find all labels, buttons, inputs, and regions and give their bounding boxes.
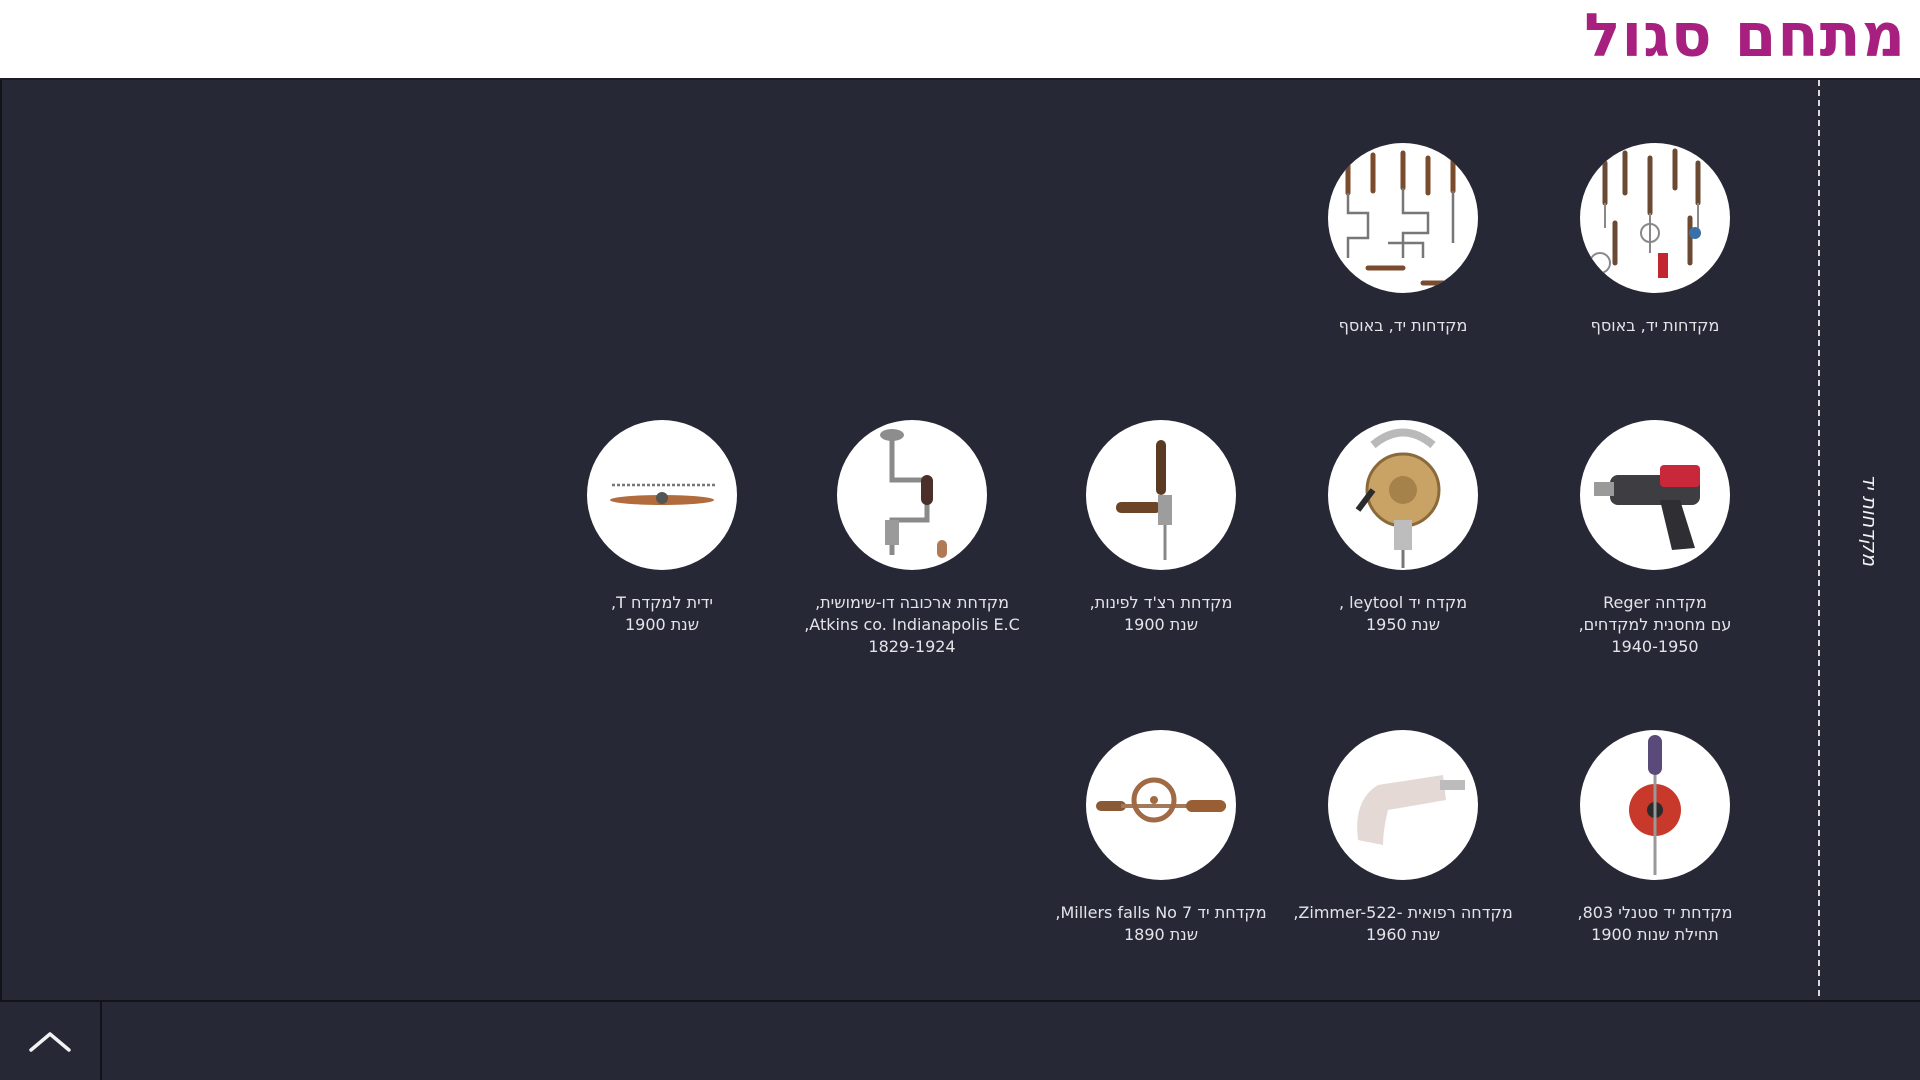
gallery-item-collection-2[interactable]: מקדחות יד, באוסף xyxy=(1283,143,1523,337)
egg-beater-drill-photo xyxy=(1580,730,1730,880)
item-caption: מקדחה רפואית -Zimmer-522, שנת 1960 xyxy=(1293,903,1513,944)
t-handle-auger-photo xyxy=(587,420,737,570)
pistol-drill-photo xyxy=(1580,420,1730,570)
hand-drills-collection-photo xyxy=(1328,143,1478,293)
gallery-panel: מקדחות יד מקדחות יד, באוסף מקדחות יד, בא… xyxy=(0,80,1920,1000)
item-caption: מקדחה Reger עם מחסנית למקדחים, 1940-1950 xyxy=(1578,593,1732,656)
gallery-item-brace[interactable]: מקדחת ארכובה דו-שימושית, Atkins co. Indi… xyxy=(792,420,1032,658)
footer xyxy=(0,1000,1920,1080)
item-caption: מקדח יד leytool , שנת 1950 xyxy=(1338,593,1468,634)
item-caption: מקדחות יד, באוסף xyxy=(1338,316,1468,335)
item-caption: מקדחת רצ'ד לפינות, שנת 1900 xyxy=(1089,593,1233,634)
gallery-item-collection-1[interactable]: מקדחות יד, באוסף xyxy=(1535,143,1775,337)
gallery-item-t-handle[interactable]: ידית למקדח T, שנת 1900 xyxy=(542,420,782,636)
header: מתחם סגול xyxy=(0,0,1920,80)
gallery-item-stanley[interactable]: מקדחת יד סטנלי 803, תחילת שנות 1900 xyxy=(1535,730,1775,946)
chevron-up-icon xyxy=(29,1032,71,1052)
category-tab-hand-drills[interactable]: מקדחות יד xyxy=(1850,450,1890,590)
gallery-item-leytool[interactable]: מקדח יד leytool , שנת 1950 xyxy=(1283,420,1523,636)
side-divider xyxy=(1818,80,1820,996)
category-tab-label: מקדחות יד xyxy=(1858,473,1883,567)
hand-drills-collection-photo xyxy=(1580,143,1730,293)
gallery-item-millers[interactable]: מקדחת יד Millers falls No 7, שנת 1890 xyxy=(1041,730,1281,946)
item-caption: מקדחות יד, באוסף xyxy=(1590,316,1720,335)
brass-hand-drill-photo xyxy=(1328,420,1478,570)
item-caption: מקדחת יד Millers falls No 7, שנת 1890 xyxy=(1055,903,1267,944)
item-caption: ידית למקדח T, שנת 1900 xyxy=(611,593,713,634)
gallery-item-reger[interactable]: מקדחה Reger עם מחסנית למקדחים, 1940-1950 xyxy=(1535,420,1775,658)
back-to-top-button[interactable] xyxy=(0,1002,102,1080)
item-caption: מקדחת יד סטנלי 803, תחילת שנות 1900 xyxy=(1577,903,1733,944)
medical-drill-photo xyxy=(1328,730,1478,880)
gallery-item-zimmer[interactable]: מקדחה רפואית -Zimmer-522, שנת 1960 xyxy=(1283,730,1523,946)
ratchet-drill-photo xyxy=(1086,420,1236,570)
gallery-item-ratchet[interactable]: מקדחת רצ'ד לפינות, שנת 1900 xyxy=(1041,420,1281,636)
item-caption: מקדחת ארכובה דו-שימושית, Atkins co. Indi… xyxy=(804,593,1020,656)
brace-drill-photo xyxy=(837,420,987,570)
site-title[interactable]: מתחם סגול xyxy=(1584,0,1906,76)
millers-falls-drill-photo xyxy=(1086,730,1236,880)
